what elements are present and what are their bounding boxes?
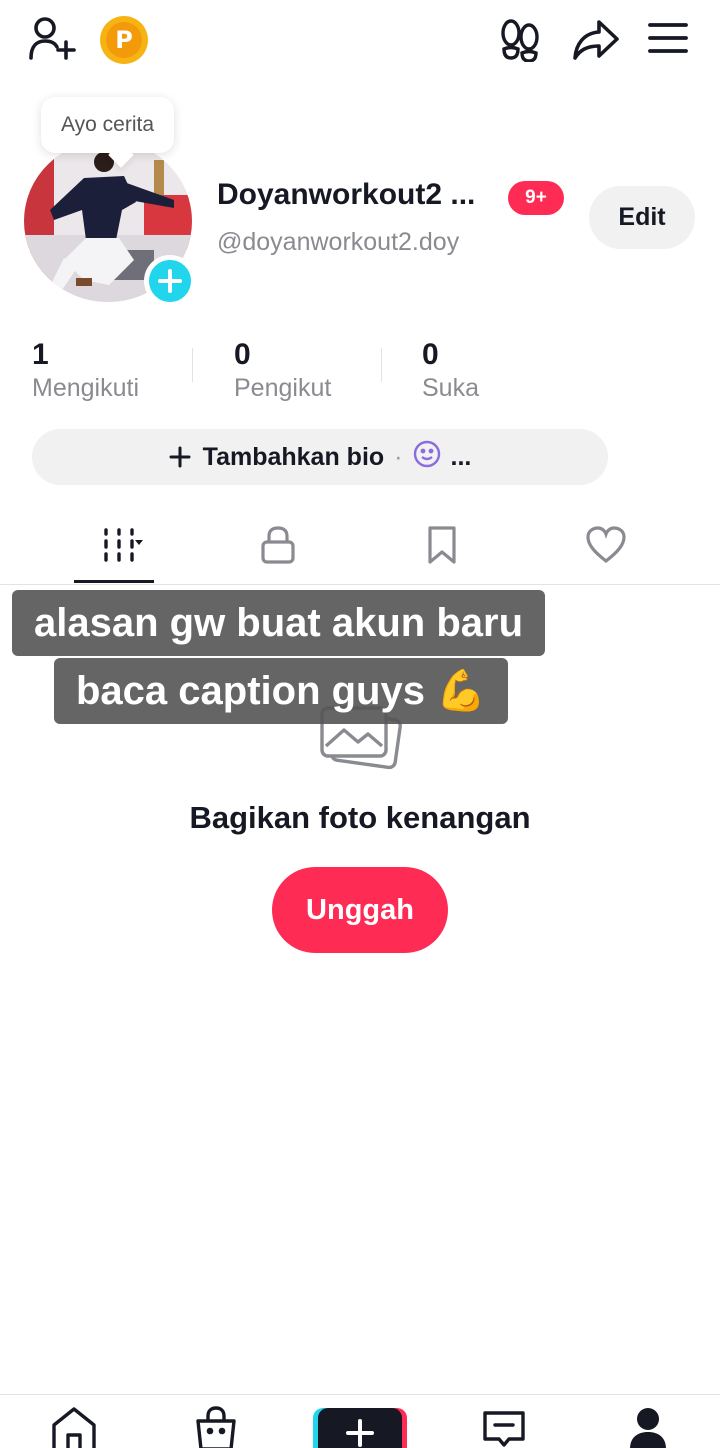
upload-button[interactable]: Unggah	[272, 867, 448, 953]
add-bio-button[interactable]: Tambahkan bio · ...	[32, 429, 608, 485]
stat-divider	[381, 348, 382, 382]
bookmark-icon	[428, 526, 456, 564]
coin-letter: P	[106, 22, 142, 58]
tab-videos-grid[interactable]	[74, 515, 154, 575]
edit-profile-button[interactable]: Edit	[589, 186, 695, 249]
following-count[interactable]: 1	[32, 338, 49, 372]
story-prompt-text: Ayo cerita	[61, 113, 154, 136]
share-icon[interactable]	[572, 18, 620, 62]
overlay-caption-line-1: alasan gw buat akun baru	[12, 590, 546, 656]
heart-icon	[586, 526, 626, 564]
followers-label[interactable]: Pengikut	[234, 374, 331, 403]
likes-label: Suka	[422, 374, 479, 402]
create-button[interactable]	[318, 1408, 402, 1448]
active-tab-indicator	[74, 580, 154, 583]
add-friend-icon[interactable]	[28, 16, 78, 62]
grid-icon	[104, 528, 143, 562]
bio-separator: ·	[394, 442, 403, 471]
lock-icon	[261, 526, 295, 564]
overlay-caption-line-2: baca caption guys 💪	[54, 658, 508, 724]
home-icon[interactable]	[44, 1405, 104, 1448]
tab-saved[interactable]	[402, 515, 482, 575]
coin-icon[interactable]: P	[100, 16, 148, 64]
smiley-icon	[413, 440, 441, 475]
display-name: Doyanworkout2 ...	[217, 178, 476, 211]
empty-state-title: Bagikan foto kenangan	[189, 800, 531, 835]
create-icon	[346, 1419, 374, 1447]
add-story-icon[interactable]	[144, 255, 196, 307]
likes-count: 0	[422, 338, 439, 371]
tabs-divider	[0, 584, 720, 585]
username-handle: @doyanworkout2.doy	[217, 228, 460, 256]
inbox-icon[interactable]	[474, 1405, 534, 1448]
menu-icon[interactable]	[647, 20, 689, 56]
followers-count[interactable]: 0	[234, 338, 251, 372]
footprint-icon[interactable]	[498, 18, 542, 62]
add-bio-label: Tambahkan bio	[202, 442, 385, 471]
notification-badge[interactable]: 9+	[508, 181, 564, 215]
story-prompt-bubble[interactable]: Ayo cerita	[41, 97, 174, 153]
bio-more: ...	[450, 442, 472, 471]
plus-icon	[169, 439, 191, 476]
tab-private[interactable]	[238, 515, 318, 575]
shop-icon[interactable]	[186, 1405, 246, 1448]
following-label[interactable]: Mengikuti	[32, 374, 139, 403]
profile-icon[interactable]	[618, 1405, 678, 1448]
stat-divider	[192, 348, 193, 382]
tab-liked[interactable]	[566, 515, 646, 575]
